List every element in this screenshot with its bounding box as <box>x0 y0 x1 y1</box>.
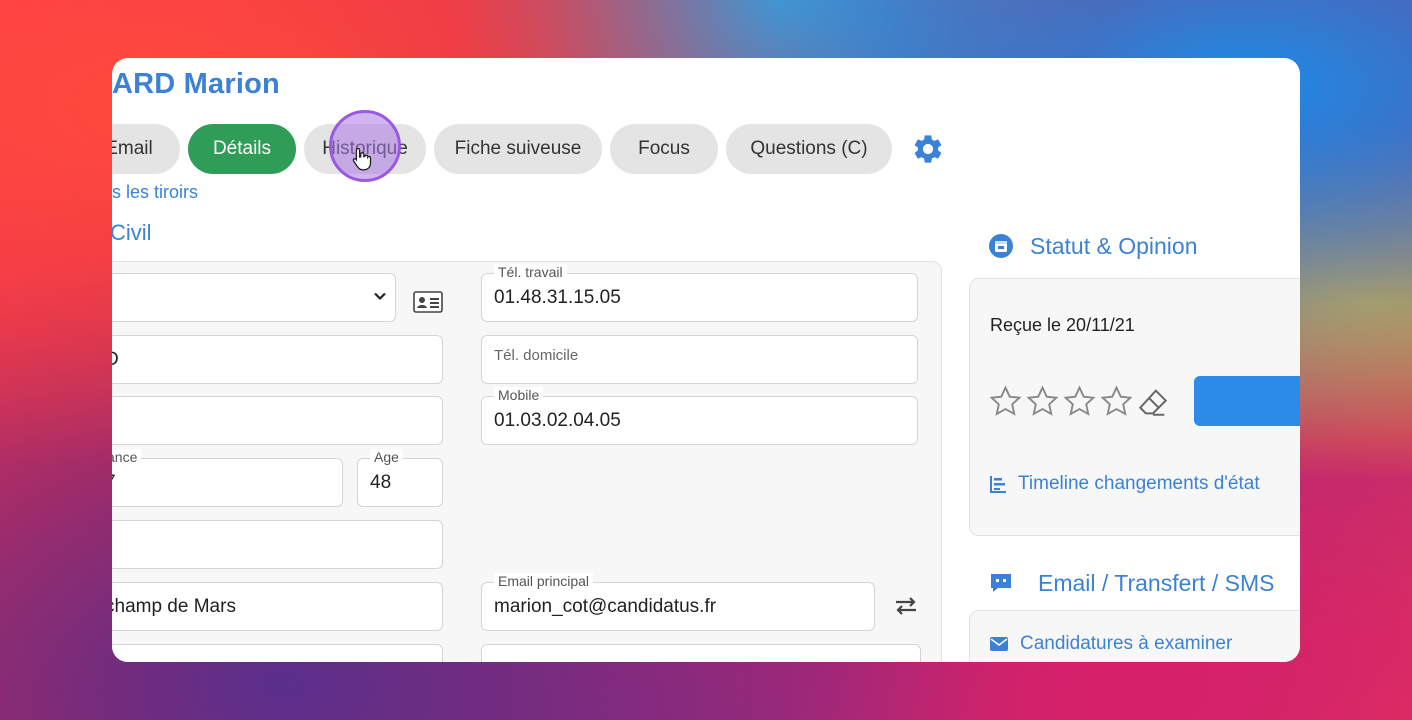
text-field[interactable] <box>112 520 443 569</box>
age-value: 48 <box>370 471 392 493</box>
tab-questions[interactable]: Questions (C) <box>726 124 892 174</box>
toggle-drawers-link[interactable]: s les tiroirs <box>112 182 198 203</box>
address2-field[interactable] <box>112 644 443 662</box>
calendar-icon <box>989 234 1013 258</box>
star-icon[interactable] <box>1099 384 1134 419</box>
mobile-field[interactable]: Mobile 01.03.02.04.05 <box>481 387 918 445</box>
received-date: Reçue le 20/11/21 <box>990 315 1135 335</box>
eraser-icon[interactable] <box>1136 385 1170 419</box>
status-section-title: Statut & Opinion <box>1030 233 1198 259</box>
civility-select[interactable] <box>112 273 396 322</box>
tab-focus[interactable]: Focus <box>610 124 718 174</box>
email-main-value: marion_cot@candidatus.fr <box>494 595 717 617</box>
birthdate-label: ssance <box>112 449 142 465</box>
tab-details[interactable]: Détails <box>188 124 296 174</box>
gear-icon[interactable] <box>910 131 946 167</box>
mobile-label: Mobile <box>494 387 544 403</box>
tel-work-value: 01.48.31.15.05 <box>494 286 621 308</box>
mobile-value: 01.03.02.04.05 <box>494 409 621 431</box>
email-secondary-field[interactable] <box>481 644 921 662</box>
candidatures-link[interactable]: Candidatures à examiner <box>990 633 1232 655</box>
address-value: champ de Mars <box>112 595 236 617</box>
tel-home-placeholder: Tél. domicile <box>494 347 579 364</box>
lastname-value: D <box>112 349 119 371</box>
email-section-title: Email / Transfert / SMS <box>1038 570 1275 596</box>
age-field[interactable]: Age 48 <box>357 449 443 507</box>
tel-work-field[interactable]: Tél. travail 01.48.31.15.05 <box>481 264 918 322</box>
tel-home-field[interactable]: Tél. domicile <box>481 335 918 384</box>
address-field[interactable]: champ de Mars <box>112 582 443 631</box>
email-card: Candidatures à examiner <box>969 610 1300 662</box>
tab-email[interactable]: Email <box>112 124 180 174</box>
timeline-link[interactable]: Timeline changements d'état <box>988 473 1260 495</box>
swap-icon[interactable] <box>893 595 919 617</box>
star-icon[interactable] <box>1025 384 1060 419</box>
timeline-label: Timeline changements d'état <box>1018 473 1260 494</box>
email-main-label: Email principal <box>494 573 594 589</box>
tab-fiche-suiveuse[interactable]: Fiche suiveuse <box>434 124 602 174</box>
rating-stars <box>988 384 1170 419</box>
chevron-down-icon <box>374 292 386 301</box>
candidatures-label: Candidatures à examiner <box>1020 633 1233 654</box>
mail-icon <box>990 637 1008 651</box>
hand-cursor-icon <box>352 147 372 171</box>
lastname-field[interactable]: D <box>112 335 443 384</box>
section-civil-title: Civil <box>112 220 152 245</box>
age-label: Age <box>370 449 403 465</box>
tab-bar: Email Détails Historique Fiche suiveuse … <box>112 124 946 174</box>
birthdate-field[interactable]: ssance 7 <box>112 449 343 507</box>
star-icon[interactable] <box>1062 384 1097 419</box>
birthdate-value: 7 <box>112 472 116 494</box>
chat-icon <box>991 574 1011 592</box>
star-icon[interactable] <box>988 384 1023 419</box>
app-window: ARD Marion Email Détails Historique Fich… <box>112 58 1300 662</box>
status-action-button[interactable] <box>1194 376 1300 426</box>
firstname-field[interactable] <box>112 396 443 445</box>
page-title: ARD Marion <box>112 68 280 100</box>
tel-work-label: Tél. travail <box>494 264 567 280</box>
status-card: Reçue le 20/11/21 Timeline changements d… <box>969 278 1300 536</box>
id-card-icon[interactable] <box>413 291 443 313</box>
timeline-icon <box>990 476 1006 493</box>
email-main-field[interactable]: Email principal marion_cot@candidatus.fr <box>481 573 875 631</box>
